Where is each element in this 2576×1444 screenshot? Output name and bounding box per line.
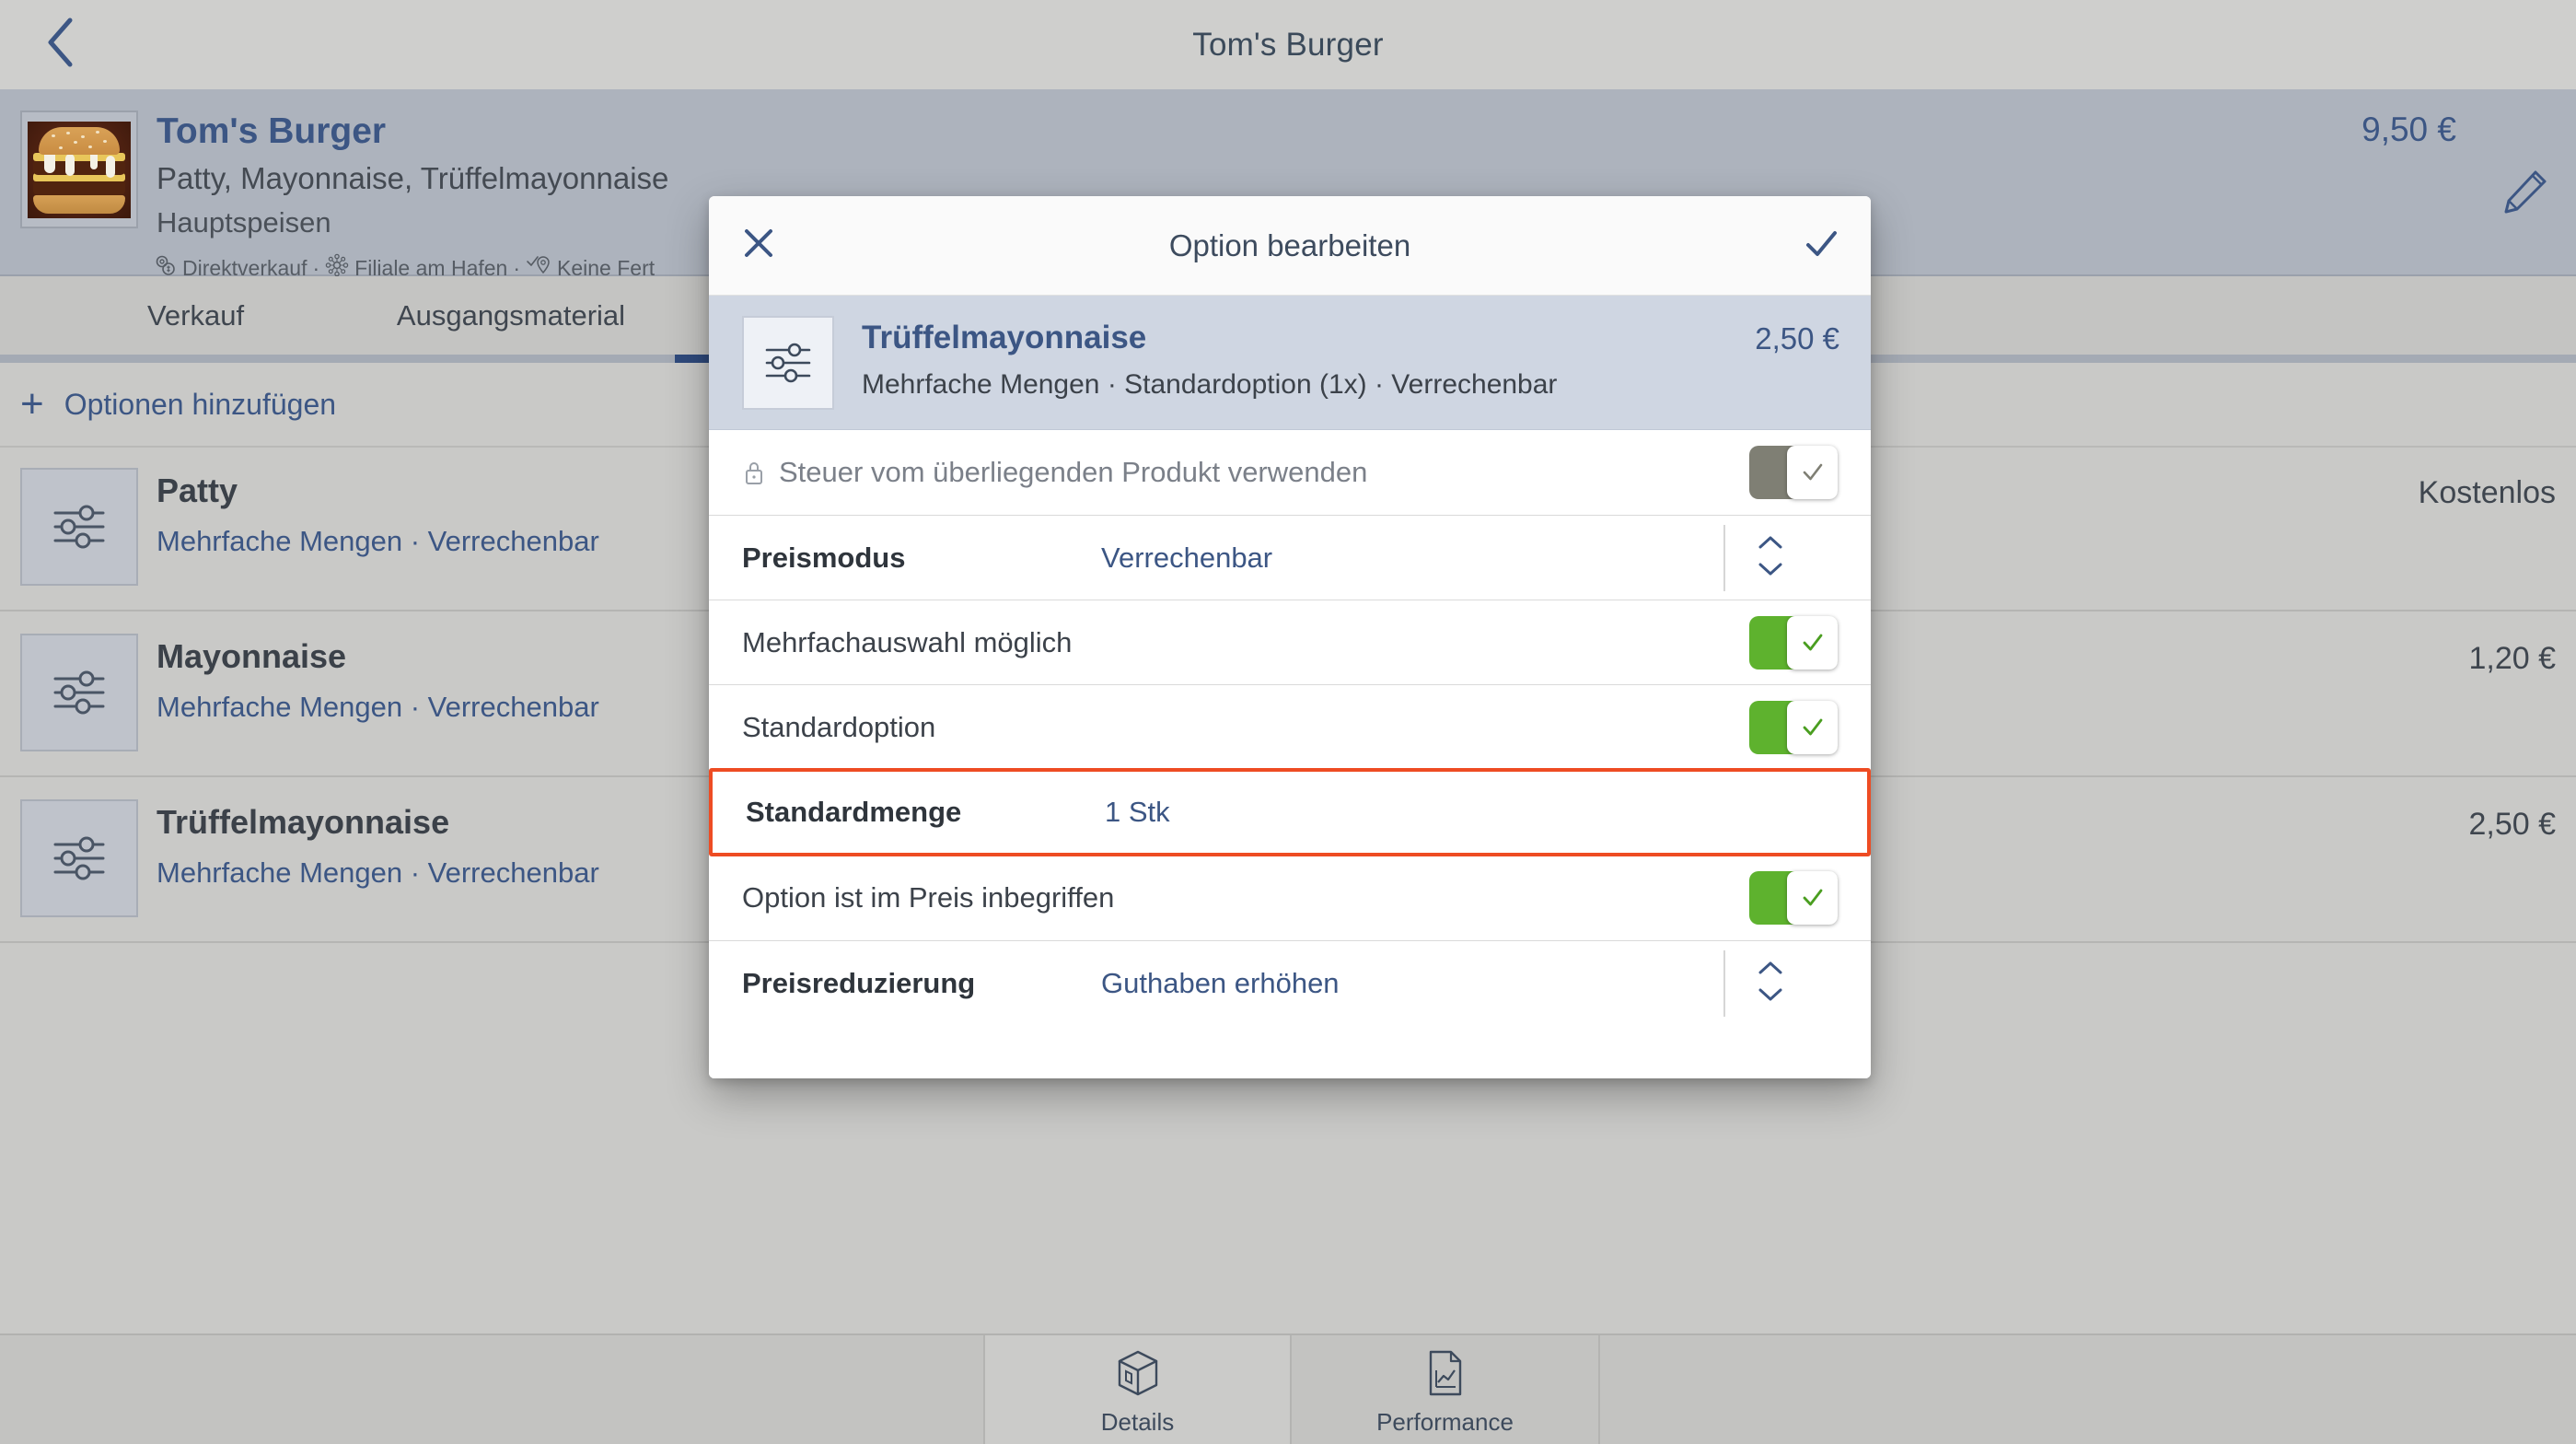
- row-label: Steuer vom überliegenden Produkt verwend…: [779, 456, 1368, 488]
- dialog-title: Option bearbeiten: [1168, 228, 1411, 262]
- chevron-up-icon[interactable]: [1757, 534, 1784, 554]
- top-navigation-bar: Tom's Burger: [0, 0, 2576, 89]
- app-root: Tom's Burger Tom's Burger Patty, Mayonna…: [0, 0, 2576, 1444]
- option-price: 2,50 €: [2468, 807, 2556, 842]
- sliders-icon: [742, 316, 834, 410]
- bottom-tab-performance[interactable]: Performance: [1292, 1335, 1600, 1444]
- row-mehrfachauswahl[interactable]: Mehrfachauswahl möglich: [709, 600, 1871, 684]
- product-name: Tom's Burger: [157, 111, 387, 151]
- row-label: Standardmenge: [746, 796, 962, 828]
- bottom-tab-bar: Details Performance: [0, 1333, 2576, 1444]
- box-icon: [1113, 1348, 1163, 1404]
- row-option-im-preis[interactable]: Option ist im Preis inbegriffen: [709, 856, 1871, 940]
- toggle-mehrfachauswahl[interactable]: [1749, 615, 1838, 670]
- row-preismodus[interactable]: Preismodus Verrechenbar: [709, 515, 1871, 600]
- product-category: Hauptspeisen: [157, 206, 331, 239]
- row-value: Verrechenbar: [1101, 541, 1273, 574]
- dialog-subject: Trüffelmayonnaise Mehrfache Mengen · Sta…: [709, 296, 1871, 430]
- row-tax-from-parent[interactable]: Steuer vom überliegenden Produkt verwend…: [709, 430, 1871, 515]
- chevron-up-icon[interactable]: [1757, 960, 1784, 980]
- row-label: Preisreduzierung: [742, 966, 976, 999]
- product-price: 9,50 €: [2361, 111, 2456, 148]
- row-value: 1 Stk: [1105, 796, 1170, 828]
- stepper-preisreduzierung[interactable]: [1723, 949, 1843, 1017]
- row-standardoption[interactable]: Standardoption: [709, 684, 1871, 769]
- row-label: Standardoption: [742, 710, 936, 743]
- toggle-knob: [1787, 615, 1838, 670]
- dialog-footer-space: [709, 1025, 1871, 1078]
- pencil-icon[interactable]: [2499, 167, 2550, 218]
- sliders-icon: [20, 468, 138, 586]
- tab-ausgangsmaterial[interactable]: Ausgangsmaterial: [331, 276, 690, 355]
- toggle-tax-from-parent[interactable]: [1749, 446, 1838, 499]
- row-value: Guthaben erhöhen: [1101, 966, 1340, 999]
- lock-icon: [742, 459, 766, 486]
- option-subtitle: Mehrfache Mengen · Verrechenbar: [157, 856, 599, 889]
- toggle-knob: [1787, 700, 1838, 754]
- option-price: Kostenlos: [2418, 475, 2556, 510]
- row-preisreduzierung[interactable]: Preisreduzierung Guthaben erhöhen: [709, 940, 1871, 1025]
- check-icon: [1801, 224, 1841, 269]
- bottom-tab-label: Performance: [1376, 1408, 1514, 1436]
- dialog-header: Option bearbeiten: [709, 196, 1871, 296]
- stepper-divider: [1723, 524, 1725, 591]
- row-label: Option ist im Preis inbegriffen: [742, 881, 1115, 914]
- edit-option-dialog: Option bearbeiten Trüffelmayonnaise Mehr…: [709, 196, 1871, 1078]
- toggle-option-im-preis[interactable]: [1749, 871, 1838, 925]
- subject-subtitle: Mehrfache Mengen · Standardoption (1x) ·…: [862, 369, 1558, 400]
- product-thumbnail[interactable]: [20, 111, 138, 228]
- add-options-label: Optionen hinzufügen: [64, 387, 337, 421]
- row-label: Preismodus: [742, 541, 906, 574]
- page-title: Tom's Burger: [1192, 26, 1384, 63]
- stepper-arrows[interactable]: [1757, 960, 1784, 1007]
- product-ingredients: Patty, Mayonnaise, Trüffelmayonnaise: [157, 161, 669, 195]
- sliders-icon: [20, 634, 138, 751]
- row-label: Mehrfachauswahl möglich: [742, 625, 1073, 658]
- stepper-divider: [1723, 949, 1725, 1017]
- stepper-arrows[interactable]: [1757, 534, 1784, 582]
- bottom-tab-label: Details: [1100, 1408, 1175, 1436]
- row-standardmenge[interactable]: Standardmenge 1 Stk: [709, 768, 1871, 856]
- chart-document-icon: [1423, 1348, 1468, 1404]
- confirm-button[interactable]: [1771, 196, 1871, 296]
- option-name: Patty: [157, 472, 238, 509]
- chevron-down-icon[interactable]: [1757, 987, 1784, 1007]
- toggle-knob: [1787, 446, 1838, 499]
- bottom-tab-details[interactable]: Details: [983, 1335, 1292, 1444]
- stepper-preismodus[interactable]: [1723, 524, 1843, 591]
- bottom-bar-spacer: [0, 1335, 983, 1444]
- burger-photo: [28, 121, 131, 218]
- tab-verkauf[interactable]: Verkauf: [74, 276, 318, 355]
- option-name: Trüffelmayonnaise: [157, 803, 450, 841]
- option-name: Mayonnaise: [157, 637, 347, 675]
- subject-name: Trüffelmayonnaise: [862, 320, 1147, 355]
- option-subtitle: Mehrfache Mengen · Verrechenbar: [157, 691, 599, 723]
- toggle-knob: [1787, 871, 1838, 925]
- sliders-icon: [20, 799, 138, 917]
- plus-icon: +: [20, 381, 44, 426]
- option-subtitle: Mehrfache Mengen · Verrechenbar: [157, 525, 599, 557]
- subject-price: 2,50 €: [1755, 321, 1839, 355]
- chevron-down-icon[interactable]: [1757, 562, 1784, 582]
- option-price: 1,20 €: [2468, 641, 2556, 676]
- toggle-standardoption[interactable]: [1749, 700, 1838, 754]
